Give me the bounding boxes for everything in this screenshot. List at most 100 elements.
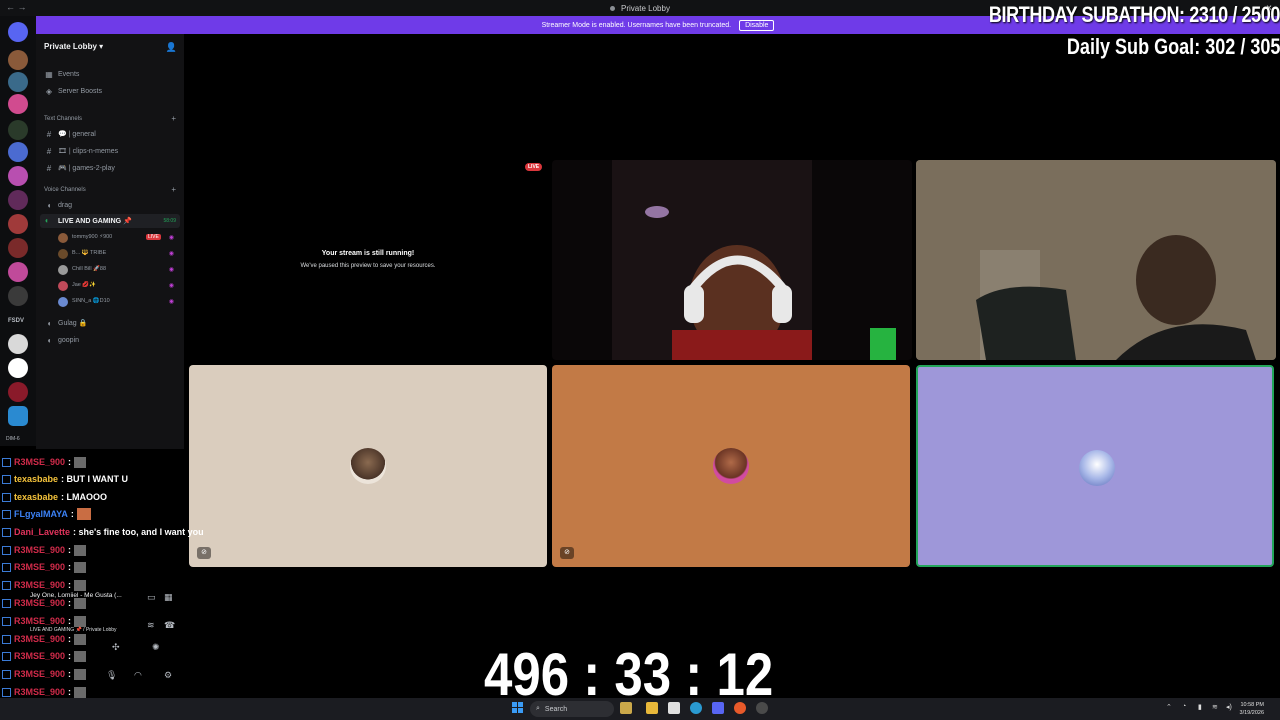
- channel-general[interactable]: # 💬 | general: [44, 128, 96, 140]
- add-member-icon[interactable]: 👤: [166, 42, 177, 53]
- mute-icon: ⊘: [560, 547, 574, 559]
- windows-start-icon[interactable]: [512, 702, 524, 714]
- weather-icon[interactable]: [620, 702, 632, 714]
- server-icon[interactable]: [8, 166, 28, 186]
- server-icon[interactable]: [8, 72, 28, 92]
- file-explorer-icon[interactable]: [646, 702, 658, 714]
- text-channels-category[interactable]: Text Channels: [44, 116, 82, 122]
- camera-tile[interactable]: [552, 160, 912, 360]
- chat-badge-icon: [2, 492, 11, 502]
- voice-user[interactable]: B... 🔱 TRIBE ◉: [58, 248, 178, 260]
- speaker-icon: ◖: [46, 318, 52, 328]
- chat-badge-icon: [2, 474, 11, 484]
- screen-share-icon[interactable]: ▭: [147, 592, 156, 603]
- server-icon[interactable]: [8, 238, 28, 258]
- channel-label: 🎮 | games-2-play: [58, 165, 115, 172]
- edge-browser-icon[interactable]: [690, 702, 702, 714]
- channel-games[interactable]: # 🎮 | games-2-play: [44, 162, 115, 174]
- activity-icon[interactable]: ▦: [164, 592, 173, 603]
- camera-tile[interactable]: [916, 160, 1276, 360]
- tray-chevron-icon[interactable]: ⌃: [1166, 703, 1172, 711]
- events-item[interactable]: ▦ Events: [44, 68, 79, 80]
- noise-suppression-icon[interactable]: ≋: [147, 620, 155, 631]
- live-badge: LIVE: [525, 163, 543, 171]
- server-icon[interactable]: [8, 334, 28, 354]
- server-name: Private Lobby: [44, 42, 97, 51]
- voice-channels-category[interactable]: Voice Channels: [44, 187, 86, 193]
- disable-button[interactable]: Disable: [739, 19, 775, 31]
- voice-channel-goopin[interactable]: ◖ goopin: [44, 334, 79, 346]
- volume-icon[interactable]: ◂): [1226, 703, 1232, 711]
- voice-user[interactable]: tommy900 ⚡900 LIVE ◉: [58, 232, 178, 244]
- server-boosts-item[interactable]: ◈ Server Boosts: [44, 85, 102, 97]
- chat-message: texasbabe: LMAOOO: [2, 489, 107, 505]
- voice-channel-gulag[interactable]: ◖ Gulag 🔒: [44, 317, 88, 329]
- chat-emote-icon: [76, 508, 91, 520]
- headphones-icon[interactable]: ◠: [134, 670, 142, 681]
- discord-icon[interactable]: [712, 702, 724, 714]
- channel-label: 💬 | general: [58, 131, 96, 138]
- events-label: Events: [58, 70, 80, 78]
- server-icon[interactable]: [8, 50, 28, 70]
- server-icon[interactable]: [8, 406, 28, 426]
- chat-message: R3MSE_900:: [2, 559, 87, 575]
- channel-clips[interactable]: # 🎞 | clips-n-memes: [44, 145, 118, 157]
- stream-preview-tile[interactable]: LIVE Your stream is still running! We've…: [189, 160, 547, 360]
- participant-tile[interactable]: ⊘: [552, 365, 910, 567]
- system-clock[interactable]: 10:58 PM 3/19/2026: [1240, 701, 1264, 717]
- voice-channel-drag[interactable]: ◖ drag: [44, 199, 72, 211]
- obs-icon[interactable]: [756, 702, 768, 714]
- disconnect-icon[interactable]: ☎: [164, 620, 175, 631]
- voice-user[interactable]: SINN_a 🌐D10 ◉: [58, 296, 178, 308]
- server-icon[interactable]: [8, 262, 28, 282]
- server-icon[interactable]: [8, 142, 28, 162]
- participant-tile-speaking[interactable]: [916, 365, 1274, 567]
- chat-text: :: [68, 457, 72, 467]
- settings-gear-icon[interactable]: ⚙: [164, 670, 172, 681]
- avatar: [58, 281, 68, 291]
- stream-paused-subtitle: We've paused this preview to save your r…: [300, 263, 436, 269]
- notepad-icon[interactable]: [668, 702, 680, 714]
- soundboard-icon[interactable]: ✺: [152, 642, 160, 653]
- camera-feed: [612, 160, 896, 360]
- add-channel-icon[interactable]: +: [171, 185, 176, 194]
- taskbar-search[interactable]: ⌕ Search: [530, 701, 614, 717]
- chat-message: texasbabe: BUT I WANT U: [2, 471, 128, 487]
- avatar: [58, 233, 68, 243]
- server-label[interactable]: FSDV: [8, 318, 24, 324]
- chat-text: : LMAOOO: [61, 492, 108, 502]
- avatar: [58, 249, 68, 259]
- daily-sub-goal: Daily Sub Goal: 302 / 305: [1066, 34, 1280, 59]
- calendar-icon: ▦: [45, 69, 53, 79]
- stream-paused-title: Your stream is still running!: [321, 250, 415, 257]
- voice-user[interactable]: Chill Bill 🚀88 ◉: [58, 264, 178, 276]
- server-label[interactable]: DIM-6: [6, 436, 20, 442]
- server-icon[interactable]: [8, 190, 28, 210]
- voice-user[interactable]: Jae 💋✨ ◉: [58, 280, 178, 292]
- chat-badge-icon: [2, 545, 11, 555]
- back-arrow-icon[interactable]: ← →: [6, 2, 27, 12]
- voice-user-name: Chill Bill 🚀88: [72, 266, 107, 272]
- microphone-icon[interactable]: 🎙: [106, 670, 117, 681]
- network-icon[interactable]: ◔: [1182, 703, 1186, 710]
- taskbar: ⌕ Search ⌃ ◔ ▮ ≋ ◂) 10:58 PM 3/19/2026: [0, 698, 1280, 720]
- server-name-header[interactable]: Private Lobby ▾: [44, 42, 103, 51]
- voice-channel-live-and-gaming[interactable]: ◖ LIVE AND GAMING 📌 58:09: [40, 214, 180, 228]
- home-icon[interactable]: [8, 22, 28, 42]
- server-icon[interactable]: [8, 358, 28, 378]
- server-icon[interactable]: [8, 120, 28, 140]
- activity-icon: ◉: [168, 251, 174, 257]
- server-icon[interactable]: [8, 214, 28, 234]
- wifi-icon[interactable]: ≋: [1212, 703, 1218, 711]
- voice-connected-label: LIVE AND GAMING 📌 / Private Lobby: [30, 627, 117, 633]
- browser-icon[interactable]: [734, 702, 746, 714]
- channel-label: LIVE AND GAMING 📌: [58, 218, 132, 225]
- server-icon[interactable]: [8, 94, 28, 114]
- window-title: Private Lobby: [621, 3, 670, 13]
- server-icon[interactable]: [8, 382, 28, 402]
- banner-text: Streamer Mode is enabled. Usernames have…: [541, 21, 732, 29]
- add-channel-icon[interactable]: +: [171, 114, 176, 123]
- server-icon[interactable]: [8, 286, 28, 306]
- activities-icon[interactable]: ✣: [112, 642, 120, 653]
- microphone-tray-icon[interactable]: ▮: [1198, 703, 1202, 711]
